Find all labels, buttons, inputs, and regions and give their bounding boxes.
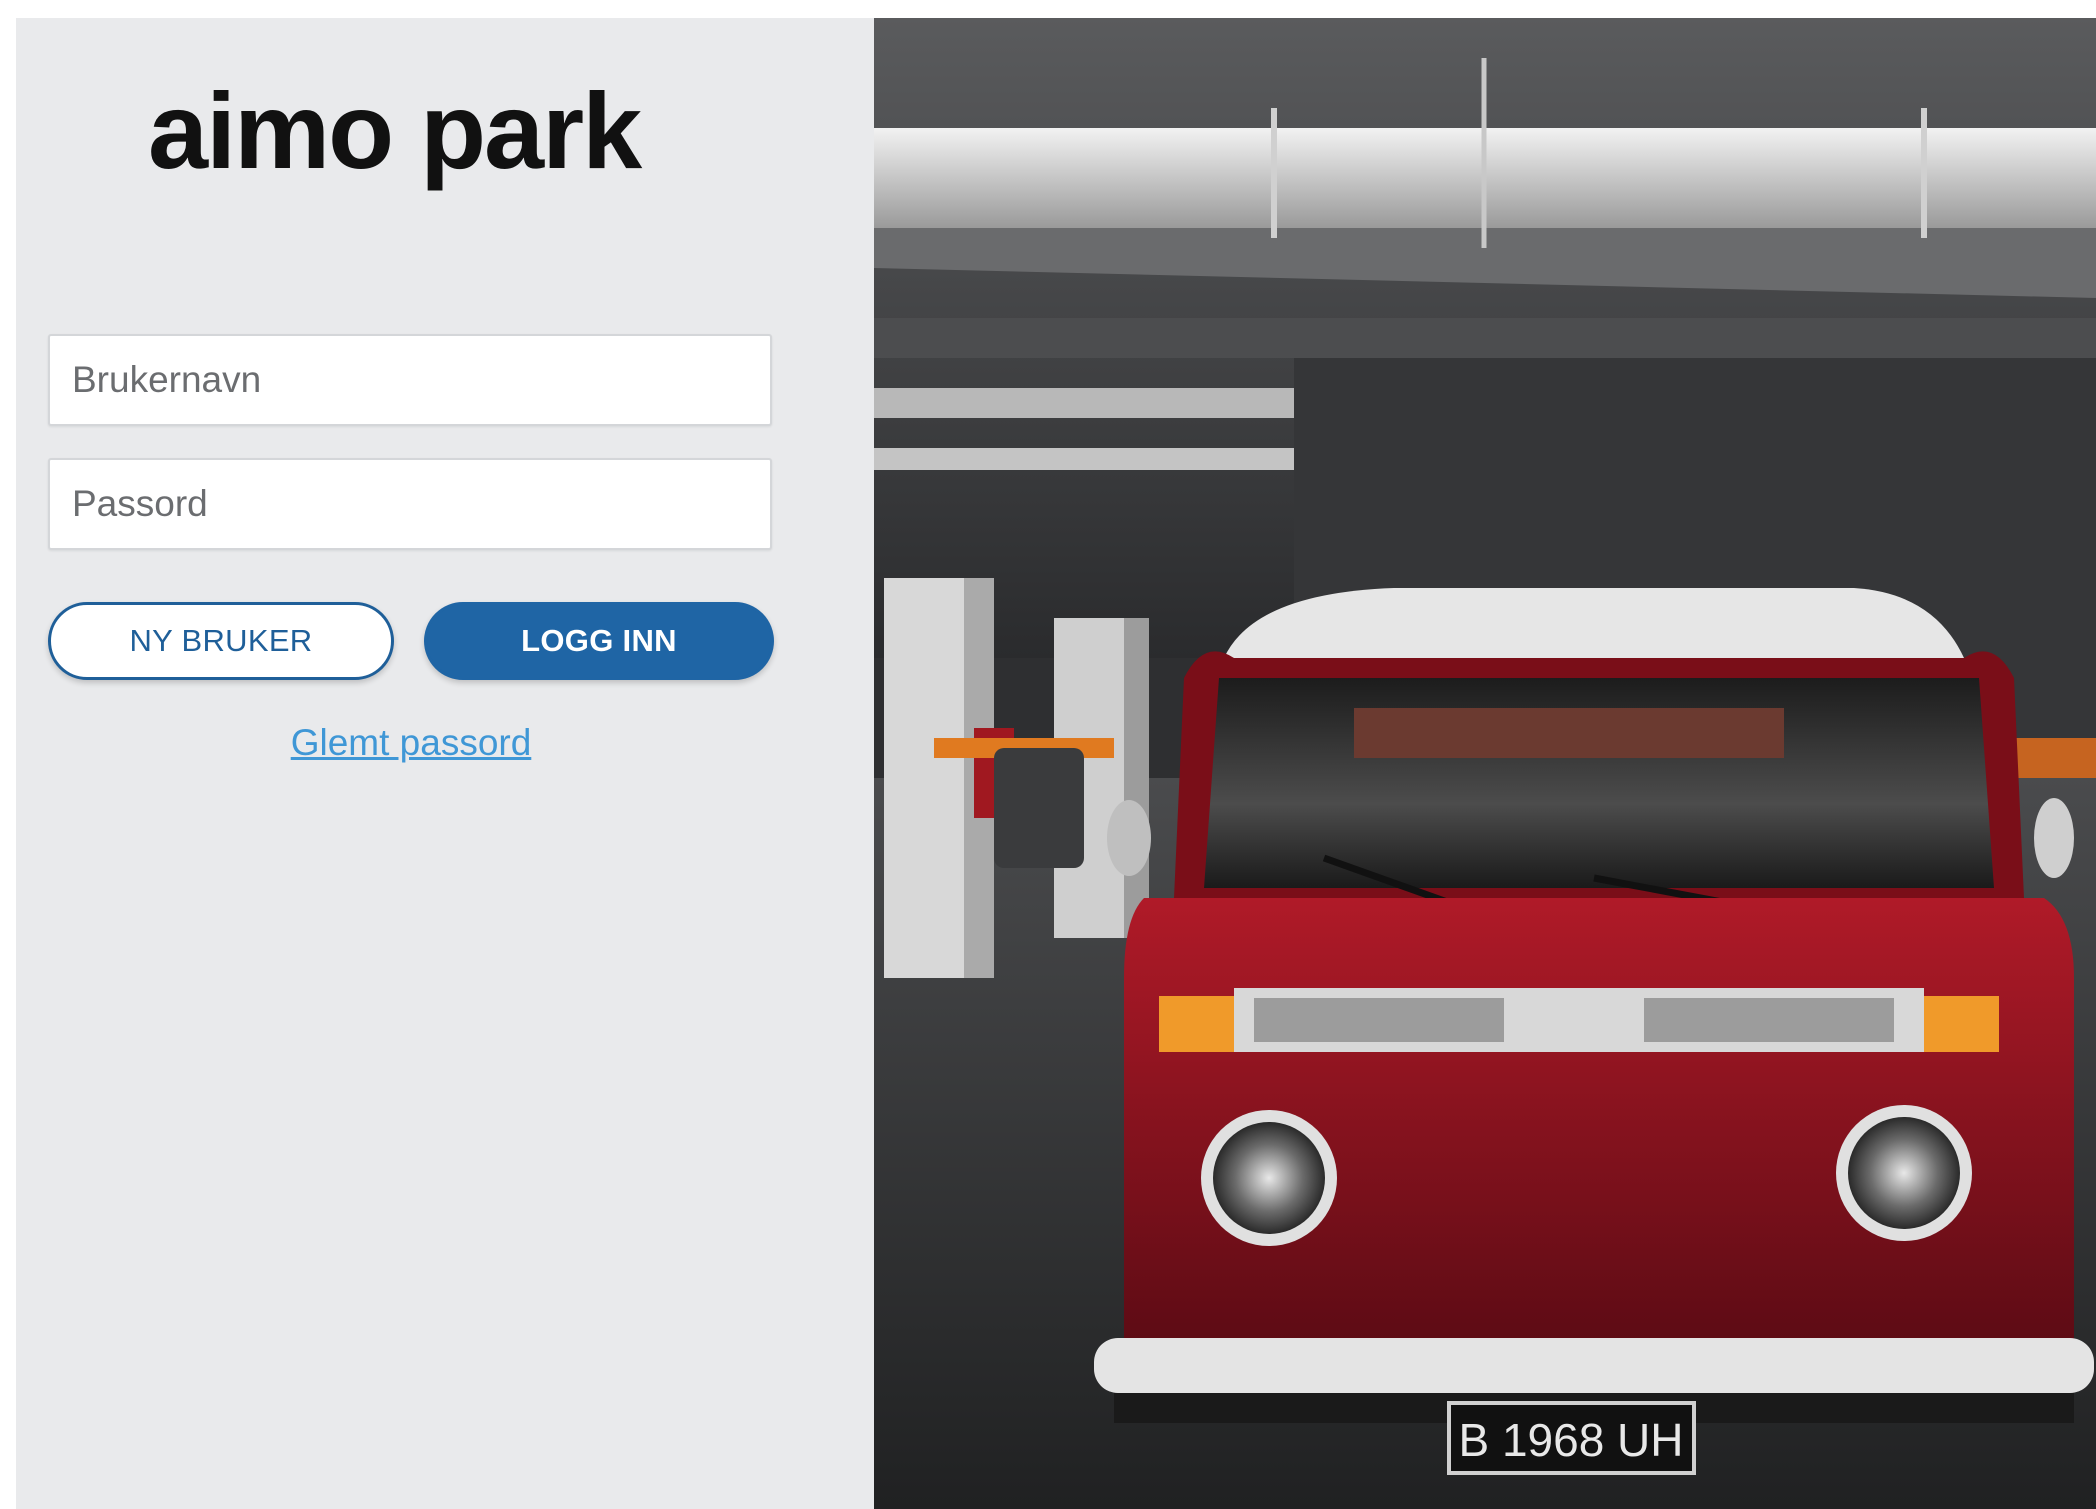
login-page: aimo park NY BRUKER LOGG INN Glemt passo… bbox=[16, 18, 2096, 1509]
password-field-container bbox=[48, 458, 772, 550]
username-field-container bbox=[48, 334, 772, 426]
new-user-button[interactable]: NY BRUKER bbox=[48, 602, 394, 680]
login-panel: aimo park NY BRUKER LOGG INN Glemt passo… bbox=[16, 18, 874, 1509]
username-input[interactable] bbox=[50, 336, 770, 424]
license-plate-text: B 1968 UH bbox=[1458, 1414, 1683, 1466]
logo-text: aimo park bbox=[148, 76, 643, 191]
forgot-password-row: Glemt passord bbox=[16, 722, 806, 764]
forgot-password-link[interactable]: Glemt passord bbox=[291, 722, 532, 763]
hero-image: B 1968 UH bbox=[874, 18, 2096, 1509]
aimo-park-logo: aimo park bbox=[148, 76, 688, 206]
password-input[interactable] bbox=[50, 460, 770, 548]
login-button[interactable]: LOGG INN bbox=[424, 602, 774, 680]
parking-garage-van-illustration: B 1968 UH bbox=[874, 18, 2096, 1509]
